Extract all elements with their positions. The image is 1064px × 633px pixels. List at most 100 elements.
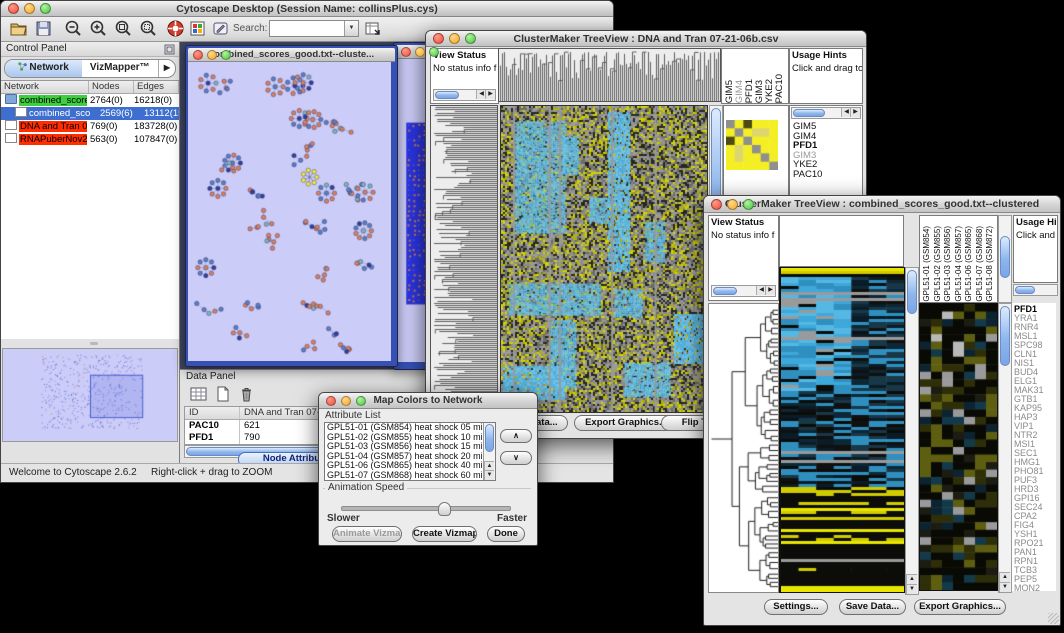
gene-list-item[interactable]: MON2 bbox=[1014, 584, 1056, 591]
close-icon[interactable] bbox=[401, 47, 411, 57]
attribute-list[interactable]: GPL51-01 (GSM854) heat shock 05 minGPL51… bbox=[324, 422, 496, 481]
tv1-row-label: PAC10 bbox=[793, 170, 822, 180]
tv2-heatmap[interactable] bbox=[779, 267, 905, 593]
settings-button[interactable]: Settings... bbox=[764, 599, 828, 615]
move-down-button[interactable]: ∨ bbox=[500, 451, 532, 465]
tv1-view-status-title: View Status bbox=[431, 49, 498, 62]
save-icon[interactable] bbox=[34, 19, 53, 38]
annotation-icon[interactable] bbox=[211, 19, 230, 38]
move-up-button[interactable]: ∧ bbox=[500, 429, 532, 443]
open-file-icon[interactable] bbox=[9, 19, 28, 38]
zoom-fit-icon[interactable] bbox=[139, 19, 158, 38]
close-icon[interactable] bbox=[193, 50, 203, 60]
folder-icon bbox=[5, 94, 17, 104]
tv1-labels-hscrollbar[interactable]: ◀▶ bbox=[791, 107, 861, 119]
close-icon[interactable] bbox=[8, 3, 19, 14]
panel-splitter[interactable] bbox=[3, 340, 177, 347]
slower-label: Slower bbox=[327, 513, 360, 524]
zoom-window-icon[interactable] bbox=[465, 33, 476, 44]
create-vizmap-button[interactable]: Create Vizmap bbox=[412, 526, 477, 542]
node-attribute-icon[interactable] bbox=[188, 19, 207, 38]
control-panel: Control Panel Network VizMapper™ ▶ Netwo… bbox=[1, 42, 180, 464]
treeview1-title: ClusterMaker TreeView : DNA and Tran 07-… bbox=[426, 33, 866, 45]
search-input[interactable]: ▼ bbox=[269, 20, 359, 37]
tv2-usage-hints-panel: Usage Hints Click and drag bbox=[1013, 215, 1058, 283]
tab-network[interactable]: Network bbox=[5, 60, 82, 77]
tv2-genes-vscrollbar[interactable]: ▲ ▼ bbox=[998, 303, 1012, 593]
tv2-labels-vscrollbar[interactable] bbox=[998, 215, 1012, 303]
tab-overflow-icon[interactable]: ▶ bbox=[158, 60, 175, 77]
tv1-row-dendrogram[interactable] bbox=[430, 105, 498, 413]
birdseye-view[interactable] bbox=[2, 348, 178, 442]
minimize-icon[interactable] bbox=[449, 33, 460, 44]
faster-label: Faster bbox=[497, 513, 527, 524]
tv2-status-hscrollbar[interactable]: ◀▶ bbox=[711, 285, 776, 297]
network-table: Network Nodes Edges combined_scores2764(… bbox=[1, 80, 179, 339]
control-panel-tabs: Network VizMapper™ ▶ bbox=[4, 59, 176, 78]
window-controls[interactable] bbox=[8, 3, 51, 14]
treeview2-title: ClusterMaker TreeView : combined_scores_… bbox=[704, 198, 1060, 210]
network-table-row[interactable]: combined_sco2569(6)13112(15) bbox=[1, 107, 179, 120]
help-lifebuoy-icon[interactable] bbox=[166, 19, 185, 38]
resize-grip[interactable] bbox=[1048, 613, 1059, 624]
minimize-icon[interactable] bbox=[341, 396, 351, 406]
zoom-window-icon[interactable] bbox=[429, 47, 439, 57]
minimize-icon[interactable] bbox=[24, 3, 35, 14]
tv1-heatmap[interactable] bbox=[500, 105, 708, 413]
close-icon[interactable] bbox=[433, 33, 444, 44]
network-table-header[interactable]: Network Nodes Edges bbox=[1, 81, 179, 94]
tv2-hints-hscrollbar[interactable] bbox=[1013, 284, 1058, 296]
minimize-icon[interactable] bbox=[207, 50, 217, 60]
new-attribute-icon[interactable] bbox=[214, 386, 231, 402]
tv1-zoom-heatmap[interactable] bbox=[726, 120, 778, 170]
export-graphics-button[interactable]: Export Graphics... bbox=[914, 599, 1006, 615]
tv1-view-status-text: No status info f bbox=[431, 62, 498, 75]
animate-vizmap-button[interactable]: Animate Vizmap bbox=[332, 526, 402, 542]
attribute-list-vscrollbar[interactable]: ▲ ▼ bbox=[483, 423, 495, 480]
tv2-column-labels: GPL51-01 (GSM854)GPL51-02 (GSM855)GPL51-… bbox=[919, 215, 998, 303]
main-titlebar[interactable]: Cytoscape Desktop (Session Name: collins… bbox=[1, 1, 613, 17]
zoom-selected-icon[interactable] bbox=[114, 19, 133, 38]
attribute-list-item[interactable]: GPL51-07 (GSM868) heat shock 60 min bbox=[325, 471, 495, 481]
close-icon[interactable] bbox=[711, 199, 722, 210]
animation-speed-slider[interactable] bbox=[341, 506, 511, 511]
zoom-out-icon[interactable] bbox=[64, 19, 83, 38]
close-icon[interactable] bbox=[326, 396, 336, 406]
status-hint-zoom: Right-click + drag to ZOOM bbox=[151, 467, 272, 478]
slider-thumb[interactable] bbox=[438, 502, 451, 516]
network-table-row[interactable]: combined_scores2764(0)16218(0) bbox=[1, 94, 179, 107]
save-data-button[interactable]: Save Data... bbox=[839, 599, 906, 615]
tv2-view-status-text: No status info f bbox=[709, 229, 778, 242]
delete-attribute-icon[interactable] bbox=[238, 386, 255, 402]
search-dropdown-icon[interactable]: ▼ bbox=[344, 21, 358, 36]
tv2-heatmap-vscrollbar[interactable]: ▲ ▼ bbox=[905, 267, 919, 595]
network-table-row[interactable]: DNA and Tran 07769(0)183728(0) bbox=[1, 120, 179, 133]
zoom-window-icon[interactable] bbox=[356, 396, 366, 406]
tab-vizmapper[interactable]: VizMapper™ bbox=[82, 60, 159, 77]
tv1-column-dendrogram[interactable] bbox=[498, 48, 721, 102]
tv1-status-hscrollbar[interactable]: ◀▶ bbox=[433, 89, 496, 101]
tv2-gene-list[interactable]: PFD1YRA1RNR4MSL1SPC98CLN1NIS1BUD4ELG1MAK… bbox=[1012, 303, 1056, 591]
network-table-row[interactable]: RNAPuberNov2+563(0)107847(0) bbox=[1, 133, 179, 146]
tv2-col-label: GPL51-06 (GSM865) bbox=[964, 226, 975, 302]
float-panel-icon[interactable] bbox=[164, 44, 175, 55]
animation-speed-label: Animation Speed bbox=[325, 482, 407, 493]
minimize-icon[interactable] bbox=[415, 47, 425, 57]
tv1-usage-hints-text: Click and drag to bbox=[790, 62, 862, 75]
file-icon bbox=[5, 120, 17, 130]
done-button[interactable]: Done bbox=[487, 526, 525, 542]
treeview2-window: ClusterMaker TreeView : combined_scores_… bbox=[703, 195, 1061, 626]
attribute-table-icon[interactable] bbox=[190, 386, 207, 402]
zoom-window-icon[interactable] bbox=[221, 50, 231, 60]
tv2-column-dendrogram[interactable] bbox=[779, 215, 904, 267]
tv1-view-status-panel: View Status No status info f ◀▶ bbox=[430, 48, 499, 104]
tv2-row-dendrogram[interactable] bbox=[708, 303, 779, 593]
network-canvas[interactable] bbox=[188, 62, 391, 361]
zoom-window-icon[interactable] bbox=[40, 3, 51, 14]
tv2-zoom-heatmap[interactable] bbox=[919, 303, 998, 591]
control-panel-title: Control Panel bbox=[6, 43, 67, 54]
zoom-in-icon[interactable] bbox=[89, 19, 108, 38]
zoom-window-icon[interactable] bbox=[743, 199, 754, 210]
import-table-icon[interactable] bbox=[363, 19, 382, 38]
minimize-icon[interactable] bbox=[727, 199, 738, 210]
